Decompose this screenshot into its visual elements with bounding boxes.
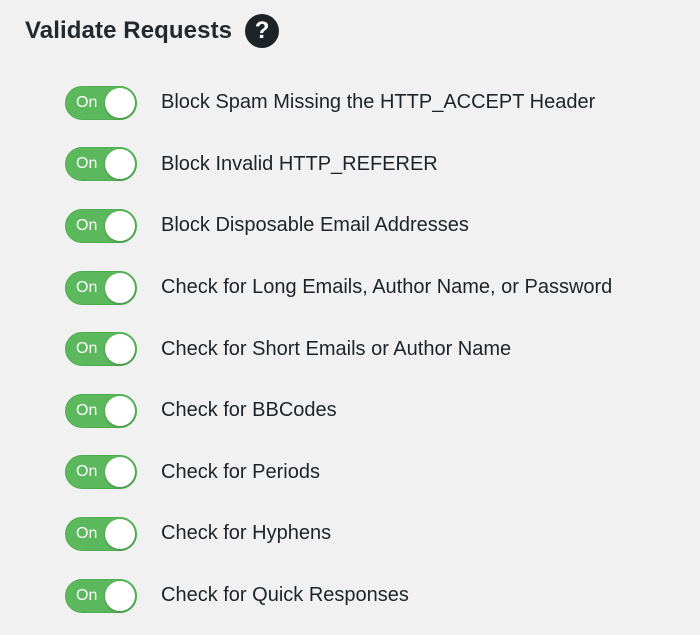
toggle-state-text: On bbox=[76, 463, 98, 481]
toggle-long-emails[interactable]: On bbox=[65, 270, 137, 305]
toggle-knob bbox=[105, 580, 135, 611]
toggle-state-text: On bbox=[76, 216, 98, 234]
toggle-short-emails[interactable]: On bbox=[65, 332, 137, 367]
option-row-short-emails: On Check for Short Emails or Author Name bbox=[65, 318, 695, 380]
option-row-disposable-email: On Block Disposable Email Addresses bbox=[65, 195, 695, 257]
option-label: Check for Long Emails, Author Name, or P… bbox=[161, 276, 613, 299]
toggle-quick-responses[interactable]: On bbox=[65, 578, 137, 613]
toggle-disposable-email[interactable]: On bbox=[65, 208, 137, 243]
toggle-knob bbox=[105, 272, 135, 303]
toggle-state-text: On bbox=[76, 340, 98, 358]
toggle-http-referer[interactable]: On bbox=[65, 147, 137, 182]
toggle-state-text: On bbox=[76, 155, 98, 173]
toggle-hyphens[interactable]: On bbox=[65, 516, 137, 551]
toggle-knob bbox=[105, 457, 135, 488]
option-label: Check for BBCodes bbox=[161, 399, 337, 422]
toggle-knob bbox=[105, 334, 135, 365]
toggle-state-text: On bbox=[76, 401, 98, 419]
option-label: Block Disposable Email Addresses bbox=[161, 214, 469, 237]
option-label: Check for Periods bbox=[161, 460, 320, 483]
option-label: Block Spam Missing the HTTP_ACCEPT Heade… bbox=[161, 91, 596, 114]
toggle-knob bbox=[105, 518, 135, 549]
option-row-http-referer: On Block Invalid HTTP_REFERER bbox=[65, 134, 695, 196]
toggle-state-text: On bbox=[76, 586, 98, 604]
toggle-state-text: On bbox=[76, 524, 98, 542]
option-label: Check for Short Emails or Author Name bbox=[161, 337, 512, 360]
toggle-knob bbox=[105, 87, 135, 118]
toggle-knob bbox=[105, 210, 135, 241]
option-row-periods: On Check for Periods bbox=[65, 442, 695, 504]
toggle-http-accept[interactable]: On bbox=[65, 85, 137, 120]
option-row-quick-responses: On Check for Quick Responses bbox=[65, 565, 695, 627]
help-icon[interactable]: ? bbox=[245, 14, 280, 48]
toggle-periods[interactable]: On bbox=[65, 455, 137, 490]
toggle-bbcodes[interactable]: On bbox=[65, 393, 137, 428]
option-row-http-accept: On Block Spam Missing the HTTP_ACCEPT He… bbox=[65, 72, 695, 134]
option-label: Block Invalid HTTP_REFERER bbox=[161, 152, 438, 175]
option-row-hyphens: On Check for Hyphens bbox=[65, 503, 695, 565]
toggle-knob bbox=[105, 395, 135, 426]
toggle-state-text: On bbox=[76, 278, 98, 296]
options-list: On Block Spam Missing the HTTP_ACCEPT He… bbox=[65, 72, 695, 626]
option-label: Check for Hyphens bbox=[161, 522, 332, 545]
option-row-long-emails: On Check for Long Emails, Author Name, o… bbox=[65, 257, 695, 319]
toggle-state-text: On bbox=[76, 93, 98, 111]
toggle-knob bbox=[105, 149, 135, 180]
section-header: Validate Requests ? bbox=[25, 12, 280, 50]
section-title: Validate Requests bbox=[25, 17, 233, 44]
option-row-bbcodes: On Check for BBCodes bbox=[65, 380, 695, 442]
option-label: Check for Quick Responses bbox=[161, 584, 409, 607]
